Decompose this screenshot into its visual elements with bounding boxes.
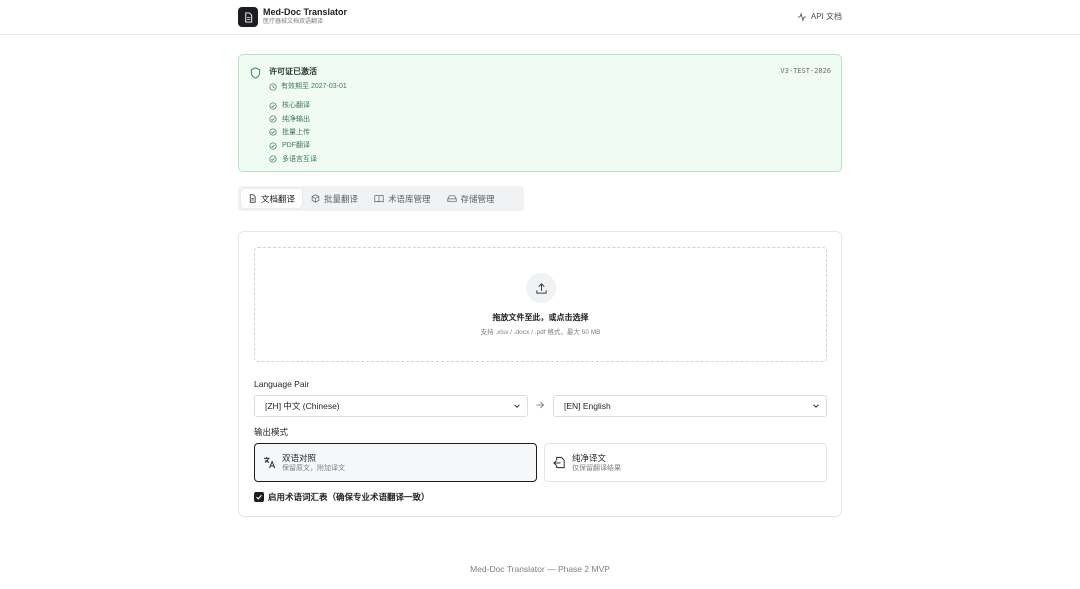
tab-label: 存储管理: [460, 193, 495, 204]
license-expiry: 有效期至 2027-03-01: [269, 82, 347, 91]
mode-bilingual[interactable]: 双语对照 保留原文，附加译文: [254, 443, 537, 482]
arrow-right-icon: [536, 401, 545, 409]
api-docs-link[interactable]: API 文档: [797, 11, 842, 23]
api-docs-label: API 文档: [810, 12, 842, 21]
mode-title: 双语对照: [282, 453, 317, 463]
glossary-toggle[interactable]: 启用术语词汇表（确保专业术语翻译一致）: [254, 491, 430, 503]
source-language-select[interactable]: [ZH] 中文 (Chinese): [254, 395, 528, 417]
mode-description: 保留原文，附加译文: [282, 465, 345, 472]
upload-button[interactable]: [526, 273, 556, 303]
main-tabs: 文档翻译 批量翻译 术语库管理 存储管理: [238, 186, 524, 211]
translate-panel: 拖放文件至此，或点击选择 支持 .xlsx / .docx / .pdf 格式，…: [238, 231, 842, 517]
app-logo[interactable]: [238, 7, 258, 27]
translate-icon: [263, 456, 276, 469]
mode-description: 仅保留翻译结果: [572, 465, 621, 472]
clock-icon: [269, 82, 277, 91]
license-code: V3-TEST-2026: [780, 67, 831, 75]
target-language-select[interactable]: [EN] English: [553, 395, 827, 417]
file-dropzone[interactable]: 拖放文件至此，或点击选择 支持 .xlsx / .docx / .pdf 格式，…: [254, 247, 827, 362]
upload-icon: [535, 282, 547, 294]
document-icon: [244, 11, 252, 23]
glossary-checkbox[interactable]: [254, 492, 264, 502]
mode-title: 纯净译文: [572, 453, 607, 463]
target-language-value: [EN] English: [564, 401, 611, 411]
book-icon: [374, 194, 384, 203]
document-icon: [249, 194, 256, 203]
language-pair-label: Language Pair: [254, 379, 310, 389]
glossary-label: 启用术语词汇表（确保专业术语翻译一致）: [268, 492, 430, 502]
shield-icon: [250, 67, 261, 79]
feature-item: 核心翻译: [269, 99, 317, 112]
tab-label: 术语库管理: [388, 193, 431, 204]
feature-item: 纯净输出: [269, 112, 317, 125]
feature-label: 多语言互译: [282, 155, 317, 163]
feature-item: PDF翻译: [269, 139, 317, 152]
license-title: 许可证已激活: [269, 67, 317, 76]
feature-item: 批量上传: [269, 126, 317, 139]
footer-text: Med-Doc Translator — Phase 2 MVP: [470, 564, 610, 574]
chevron-down-icon: [514, 404, 520, 408]
tab-label: 文档翻译: [261, 193, 296, 204]
license-feature-list: 核心翻译 纯净输出 批量上传 PDF翻译 多语言互译: [269, 99, 317, 166]
package-icon: [311, 194, 320, 203]
feature-label: PDF翻译: [282, 142, 310, 150]
check-circle-icon: [269, 142, 277, 150]
feature-label: 纯净输出: [282, 115, 310, 123]
app-title: Med-Doc Translator: [263, 7, 348, 17]
tab-glossary-management[interactable]: 术语库管理: [367, 189, 438, 208]
top-header: Med-Doc Translator 医疗器械文档双语翻译 API 文档: [0, 0, 1080, 35]
file-output-icon: [553, 456, 565, 469]
check-circle-icon: [269, 115, 277, 123]
app-subtitle: 医疗器械文档双语翻译: [263, 19, 324, 25]
output-mode-label: 输出模式: [254, 427, 289, 437]
activity-icon: [797, 12, 807, 22]
tab-document-translate[interactable]: 文档翻译: [241, 189, 303, 208]
license-card: 许可证已激活 V3-TEST-2026 有效期至 2027-03-01 核心翻译…: [238, 54, 842, 172]
dropzone-title: 拖放文件至此，或点击选择: [492, 313, 589, 322]
tab-storage-management[interactable]: 存储管理: [440, 189, 502, 208]
check-icon: [256, 494, 262, 500]
tab-label: 批量翻译: [324, 193, 359, 204]
check-circle-icon: [269, 102, 277, 110]
tab-batch-translate[interactable]: 批量翻译: [304, 189, 365, 208]
check-circle-icon: [269, 155, 277, 163]
dropzone-hint: 支持 .xlsx / .docx / .pdf 格式，最大 50 MB: [480, 329, 601, 336]
drive-icon: [446, 195, 457, 202]
feature-label: 批量上传: [282, 128, 310, 136]
check-circle-icon: [269, 128, 277, 137]
source-language-value: [ZH] 中文 (Chinese): [265, 401, 340, 411]
license-expiry-text: 有效期至 2027-03-01: [281, 83, 347, 90]
feature-label: 核心翻译: [282, 102, 310, 110]
mode-clean-output[interactable]: 纯净译文 仅保留翻译结果: [544, 443, 827, 482]
chevron-down-icon: [813, 404, 819, 408]
feature-item: 多语言互译: [269, 153, 317, 166]
